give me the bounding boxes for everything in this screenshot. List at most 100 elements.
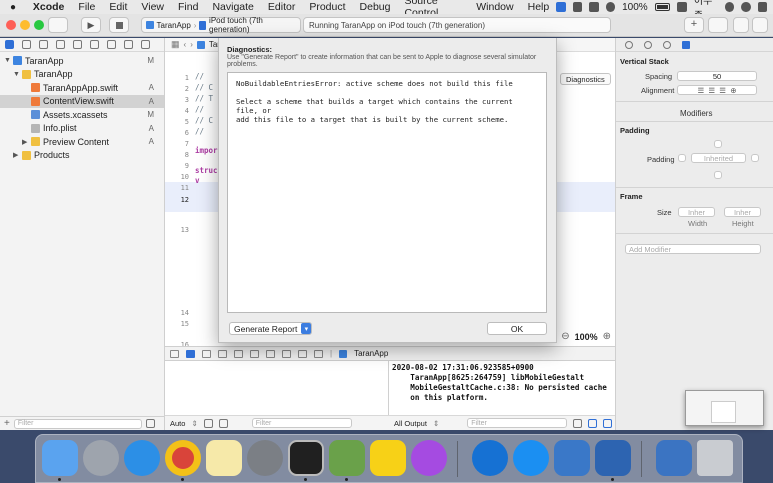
align-trailing-icon[interactable]: ☰ [719,86,730,95]
tree-item-project[interactable]: ▼ TaranApp M [0,54,164,68]
tree-item-group[interactable]: ▼ TaranApp [0,68,164,82]
menu-file[interactable]: File [78,1,95,13]
code-line[interactable]: // [195,72,204,81]
info-icon[interactable] [218,418,228,428]
related-items-icon[interactable]: ▦ [171,39,180,50]
chevron-down-icon[interactable]: ▾ [301,323,312,334]
zoom-out-icon[interactable]: ⊖ [561,331,569,342]
align-center-icon[interactable]: ☰ [708,86,719,95]
minimize-window-button[interactable] [20,20,30,30]
status-font-icon[interactable] [572,2,583,12]
source-control-nav-icon[interactable] [22,40,31,49]
code-line[interactable]: impor [195,146,218,155]
launchpad-icon[interactable] [83,440,119,476]
menu-view[interactable]: View [141,1,164,13]
simulate-location-icon[interactable] [314,349,323,358]
podcasts-icon[interactable] [411,440,447,476]
app-store-icon[interactable] [513,440,549,476]
disclosure-open-icon[interactable]: ▼ [13,71,22,78]
height-field[interactable]: Inher [724,207,761,217]
chrome-icon[interactable] [165,440,201,476]
find-nav-icon[interactable] [56,40,65,49]
add-file-icon[interactable]: + [4,418,10,429]
safari-icon[interactable] [124,440,160,476]
attributes-inspector-icon[interactable] [682,40,690,49]
menu-product[interactable]: Product [309,1,345,13]
console-output[interactable]: 2020-08-02 17:31:06.923585+0900 TaranApp… [389,361,615,415]
library-add-icon[interactable]: + [684,17,704,33]
auto-selector[interactable]: Auto [170,419,185,428]
xcode-beta-icon[interactable] [595,440,631,476]
back-arrow-icon[interactable]: ‹ [184,40,187,49]
align-leading-icon[interactable]: ☰ [697,86,708,95]
menu-edit[interactable]: Edit [109,1,127,13]
menu-help[interactable]: Help [528,1,550,13]
pause-icon[interactable] [202,349,211,358]
menu-editor[interactable]: Editor [268,1,295,13]
output-selector[interactable]: All Output [394,419,427,428]
close-window-button[interactable] [6,20,16,30]
add-modifier-field[interactable]: Add Modifier [625,244,761,254]
tree-item-info-plist[interactable]: Info.plist A [0,122,164,136]
siri-icon[interactable] [741,2,751,12]
breakpoints-toggle-icon[interactable] [186,349,195,358]
code-line[interactable]: // [195,105,204,114]
destination-name[interactable]: iPod touch (7th generation) [209,16,300,34]
padding-trailing-checkbox[interactable] [751,154,759,162]
console-filter-input[interactable]: Filter [467,418,568,428]
teamviewer-icon[interactable] [472,440,508,476]
debug-nav-icon[interactable] [107,40,116,49]
kakaotalk-icon[interactable] [370,440,406,476]
spacing-field[interactable]: 50 [677,71,757,81]
step-out-icon[interactable] [250,349,259,358]
zoom-in-icon[interactable]: ⊕ [603,331,611,342]
inspector-toggle-icon[interactable] [752,17,768,33]
navigator-filter-input[interactable]: Filter [13,418,142,429]
input-source-icon[interactable] [677,2,687,12]
screenshot-thumbnail[interactable] [685,390,764,426]
xcode-icon[interactable] [554,440,590,476]
terminal-icon[interactable] [288,440,324,476]
code-line[interactable]: // C [195,83,213,92]
step-into-icon[interactable] [234,349,243,358]
menu-window[interactable]: Window [476,1,513,13]
finder-icon[interactable] [42,440,78,476]
code-review-icon[interactable] [708,17,728,33]
tree-item-app-swift[interactable]: TaranAppApp.swift A [0,81,164,95]
tree-item-contentview-swift[interactable]: ContentView.swift A [0,94,164,108]
apple-menu-icon[interactable]: ● [10,2,20,13]
notes-icon[interactable] [206,440,242,476]
code-line[interactable]: // [195,127,204,136]
hide-debug-area-icon[interactable] [170,349,179,358]
padding-field[interactable]: Inherited [691,153,746,163]
xcode-downloads-icon[interactable] [656,440,692,476]
folder-nav-icon[interactable] [5,40,14,49]
report-nav-icon[interactable] [141,40,150,49]
disclosure-open-icon[interactable]: ▼ [4,57,13,64]
history-inspector-icon[interactable] [644,40,652,49]
disclosure-closed-icon[interactable]: ▶ [13,151,22,159]
code-line[interactable]: v [195,176,200,185]
menu-app-name[interactable]: Xcode [33,1,65,13]
step-over-icon[interactable] [218,349,227,358]
code-line[interactable]: // T [195,94,213,103]
notification-center-icon[interactable] [757,2,768,12]
navigator-toggle-icon[interactable] [48,17,68,33]
test-nav-icon[interactable] [90,40,99,49]
help-inspector-icon[interactable] [663,40,671,49]
view-hierarchy-icon[interactable] [266,349,275,358]
padding-top-checkbox[interactable] [714,140,722,148]
ok-button[interactable]: OK [487,322,547,335]
code-line[interactable]: struc [195,166,218,175]
status-app-icon[interactable] [556,2,566,12]
run-button[interactable]: ▶ [81,17,101,33]
system-preferences-icon[interactable] [247,440,283,476]
padding-leading-checkbox[interactable] [678,154,686,162]
recent-files-filter-icon[interactable] [145,419,155,428]
quick-look-icon[interactable] [203,418,213,428]
issue-nav-icon[interactable] [73,40,82,49]
padding-bottom-checkbox[interactable] [714,171,722,179]
alignment-control[interactable]: ☰ ☰ ☰ ⊕ [677,85,757,95]
debug-area-toggle-icon[interactable] [733,17,749,33]
tree-item-preview-content[interactable]: ▶ Preview Content A [0,135,164,149]
